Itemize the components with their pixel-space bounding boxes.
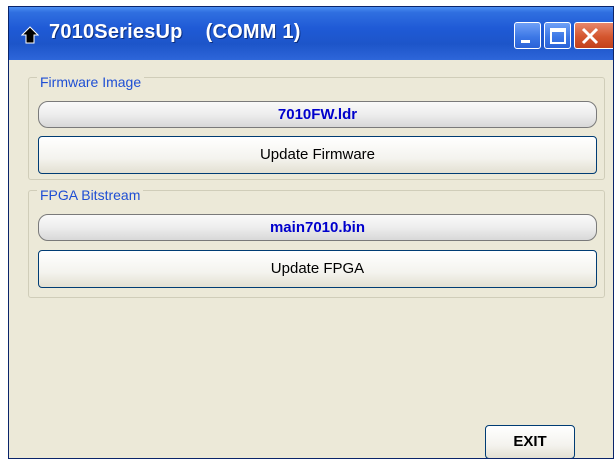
minimize-icon — [521, 40, 530, 43]
update-fpga-button[interactable]: Update FPGA — [38, 250, 597, 288]
close-icon — [581, 27, 599, 45]
minimize-button[interactable] — [514, 22, 541, 49]
app-window: 7010SeriesUp (COMM 1) Firmware Image 701… — [8, 6, 614, 459]
exit-button[interactable]: EXIT — [485, 425, 575, 458]
fpga-file-field[interactable]: main7010.bin — [38, 214, 597, 241]
fpga-group-label: FPGA Bitstream — [37, 188, 144, 202]
update-firmware-button[interactable]: Update Firmware — [38, 136, 597, 174]
fpga-group: FPGA Bitstream main7010.bin Update FPGA — [28, 188, 605, 298]
maximize-icon — [550, 28, 566, 44]
firmware-group-label: Firmware Image — [37, 75, 145, 89]
title-bar[interactable]: 7010SeriesUp (COMM 1) — [9, 7, 613, 60]
window-title: 7010SeriesUp (COMM 1) — [49, 21, 301, 43]
arrow-up-icon — [20, 26, 40, 44]
firmware-file-field[interactable]: 7010FW.ldr — [38, 101, 597, 128]
maximize-button[interactable] — [544, 22, 571, 49]
firmware-group: Firmware Image 7010FW.ldr Update Firmwar… — [28, 75, 605, 180]
close-button[interactable] — [574, 22, 613, 49]
